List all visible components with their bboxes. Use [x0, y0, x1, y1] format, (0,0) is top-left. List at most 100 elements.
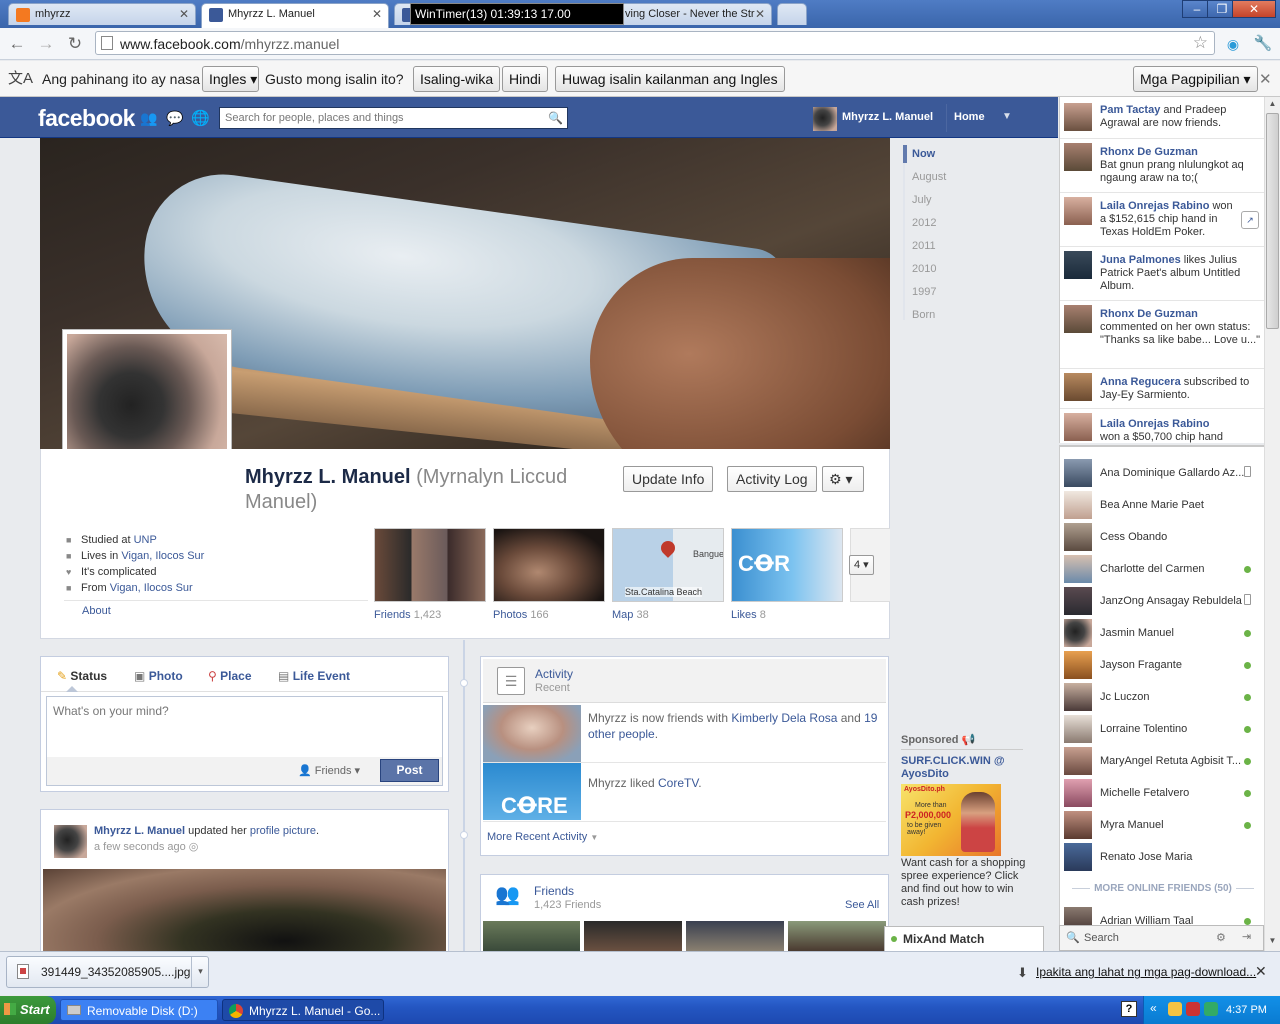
back-icon[interactable]: ←: [6, 33, 28, 55]
notifications-icon[interactable]: 🌐: [191, 109, 210, 127]
photos-thumbnail[interactable]: [493, 528, 605, 602]
activity-link[interactable]: Kimberly Dela Rosa: [731, 711, 837, 725]
likes-thumbnail[interactable]: CꝊR: [731, 528, 843, 602]
ad-body[interactable]: Want cash for a shopping spree experienc…: [901, 857, 1029, 909]
friend-requests-icon[interactable]: 👥: [140, 110, 157, 127]
timeline-2012[interactable]: 2012: [912, 217, 936, 229]
language-select[interactable]: Ingles ▾: [202, 66, 259, 92]
extension-icon[interactable]: ◉: [1222, 33, 1244, 55]
download-item[interactable]: 391449_34352085905....jpg ▾: [6, 956, 209, 988]
chat-contact[interactable]: Lorraine Tolentino: [1060, 713, 1264, 745]
post-photo[interactable]: [43, 869, 446, 959]
reload-icon[interactable]: ↻: [64, 33, 86, 55]
chat-contact[interactable]: Charlotte del Carmen: [1060, 553, 1264, 585]
timeline-now[interactable]: Now: [912, 148, 935, 160]
ad-title[interactable]: SURF.CLICK.WIN @ AyosDito: [901, 755, 1029, 781]
friends-label[interactable]: Friends 1,423: [374, 609, 441, 621]
friend-thumbnail[interactable]: [483, 921, 580, 951]
timeline-2010[interactable]: 2010: [912, 263, 936, 275]
friend-thumbnail[interactable]: [686, 921, 784, 951]
never-translate-button[interactable]: Huwag isalin kailanman ang Ingles: [555, 66, 785, 92]
tab-life-event[interactable]: ▤ Life Event: [278, 669, 350, 683]
see-all-link[interactable]: See All: [845, 899, 879, 911]
chevron-down-icon[interactable]: ▾: [191, 957, 209, 987]
more-sections-button[interactable]: 4 ▾: [849, 555, 874, 575]
ticker-item[interactable]: Laila Onrejas Rabino won a $50,700 chip …: [1060, 409, 1264, 443]
page-scrollbar[interactable]: ▲ ▼: [1264, 97, 1280, 951]
timeline-born[interactable]: Born: [912, 309, 935, 321]
chat-contact[interactable]: Michelle Fetalvero: [1060, 777, 1264, 809]
facebook-logo[interactable]: facebook: [38, 105, 135, 132]
no-button[interactable]: Hindi: [502, 66, 548, 92]
ticker-item[interactable]: Pam Tactay and Pradeep Agrawal are now f…: [1060, 99, 1264, 139]
likes-label[interactable]: Likes 8: [731, 609, 766, 621]
friend-thumbnail[interactable]: [788, 921, 886, 951]
forward-icon[interactable]: →: [35, 33, 57, 55]
activity-title[interactable]: Activity: [535, 667, 573, 681]
chevron-left-icon[interactable]: «: [1150, 1001, 1157, 1015]
post-button[interactable]: Post: [380, 759, 439, 782]
chat-contact[interactable]: Bea Anne Marie Paet: [1060, 489, 1264, 521]
about-link[interactable]: Vigan, Ilocos Sur: [121, 550, 204, 562]
post-author[interactable]: Mhyrzz L. Manuel: [94, 825, 185, 837]
chat-contact[interactable]: JanzOng Ansagay Rebuldela: [1060, 585, 1264, 617]
close-icon[interactable]: ✕: [179, 7, 189, 21]
home-link[interactable]: Home: [954, 111, 985, 123]
tray-app-icon[interactable]: [1168, 1002, 1182, 1016]
search-input[interactable]: Search for people, places and things 🔍: [219, 107, 568, 129]
translate-button[interactable]: Isaling-wika: [413, 66, 501, 92]
map-label[interactable]: Map 38: [612, 609, 649, 621]
chat-contact[interactable]: Adrian William Taal: [1060, 905, 1264, 927]
audience-selector[interactable]: 👤 Friends ▾: [298, 764, 360, 777]
activity-friend-photo[interactable]: [483, 705, 581, 762]
taskbar-item-chrome[interactable]: Mhyrzz L. Manuel - Go...: [222, 999, 384, 1021]
timeline-july[interactable]: July: [912, 194, 932, 206]
ticker-item[interactable]: Rhonx De Guzman Bat gnun prang nlulungko…: [1060, 139, 1264, 193]
close-icon[interactable]: ✕: [755, 7, 765, 21]
activity-log-button[interactable]: Activity Log: [727, 466, 817, 492]
ticker-item[interactable]: Rhonx De Guzman commented on her own sta…: [1060, 301, 1264, 369]
close-icon[interactable]: ✕: [372, 7, 382, 21]
about-link[interactable]: About: [82, 605, 111, 617]
photos-label[interactable]: Photos 166: [493, 609, 549, 621]
chat-contact[interactable]: MaryAngel Retuta Agbisit T...: [1060, 745, 1264, 777]
mixandmatch-chat-tab[interactable]: MixAnd Match: [884, 926, 1044, 951]
new-tab-button[interactable]: [777, 3, 807, 25]
chat-search-input[interactable]: 🔍 Search ⚙ ⇥: [1059, 925, 1264, 951]
gear-icon[interactable]: ⚙: [1216, 931, 1226, 944]
friends-thumbnail[interactable]: [374, 528, 486, 602]
map-thumbnail[interactable]: Bangue Sta.Catalina Beach: [612, 528, 724, 602]
ticker-item[interactable]: Anna Regucera subscribed to Jay-Ey Sarmi…: [1060, 369, 1264, 409]
header-user-name[interactable]: Mhyrzz L. Manuel: [842, 111, 933, 123]
scroll-up-icon[interactable]: ▲: [1266, 99, 1279, 112]
account-menu-icon[interactable]: ▼: [1002, 111, 1012, 122]
window-close-icon[interactable]: ✕: [1232, 0, 1276, 18]
close-icon[interactable]: ✕: [1255, 963, 1267, 980]
chat-contact[interactable]: Jayson Fragante: [1060, 649, 1264, 681]
ticker-item[interactable]: Juna Palmones likes Julius Patrick Paet'…: [1060, 247, 1264, 301]
about-link[interactable]: Vigan, Ilocos Sur: [110, 582, 193, 594]
show-all-downloads-link[interactable]: Ipakita ang lahat ng mga pag-download...: [1036, 965, 1256, 979]
scroll-thumb[interactable]: [1266, 113, 1279, 329]
timeline-august[interactable]: August: [912, 171, 946, 183]
tab-place[interactable]: ⚲ Place: [208, 669, 252, 683]
start-button[interactable]: Start: [0, 996, 56, 1024]
timeline-1997[interactable]: 1997: [912, 286, 936, 298]
tray-app-icon[interactable]: [1186, 1002, 1200, 1016]
post-time-text[interactable]: a few seconds ago: [94, 841, 186, 853]
messages-icon[interactable]: 💬: [166, 110, 183, 127]
chat-contact[interactable]: Myra Manuel: [1060, 809, 1264, 841]
search-icon[interactable]: 🔍: [548, 111, 563, 125]
address-bar[interactable]: www.facebook.com/mhyrzz.manuel ☆: [95, 31, 1215, 55]
more-activity-link[interactable]: More Recent Activity ▼: [487, 831, 598, 843]
activity-link[interactable]: CoreTV: [658, 776, 698, 790]
help-icon[interactable]: ?: [1121, 1001, 1137, 1017]
activity-page-photo[interactable]: CꝊRE: [483, 763, 581, 820]
star-icon[interactable]: ☆: [1193, 33, 1208, 53]
scroll-down-icon[interactable]: ▼: [1266, 936, 1279, 949]
update-info-button[interactable]: Update Info: [623, 466, 714, 492]
wrench-icon[interactable]: 🔧: [1252, 33, 1274, 55]
friend-thumbnail[interactable]: [584, 921, 682, 951]
chat-contact[interactable]: Ana Dominique Gallardo Az...: [1060, 457, 1264, 489]
status-input[interactable]: What's on your mind?: [46, 696, 443, 758]
